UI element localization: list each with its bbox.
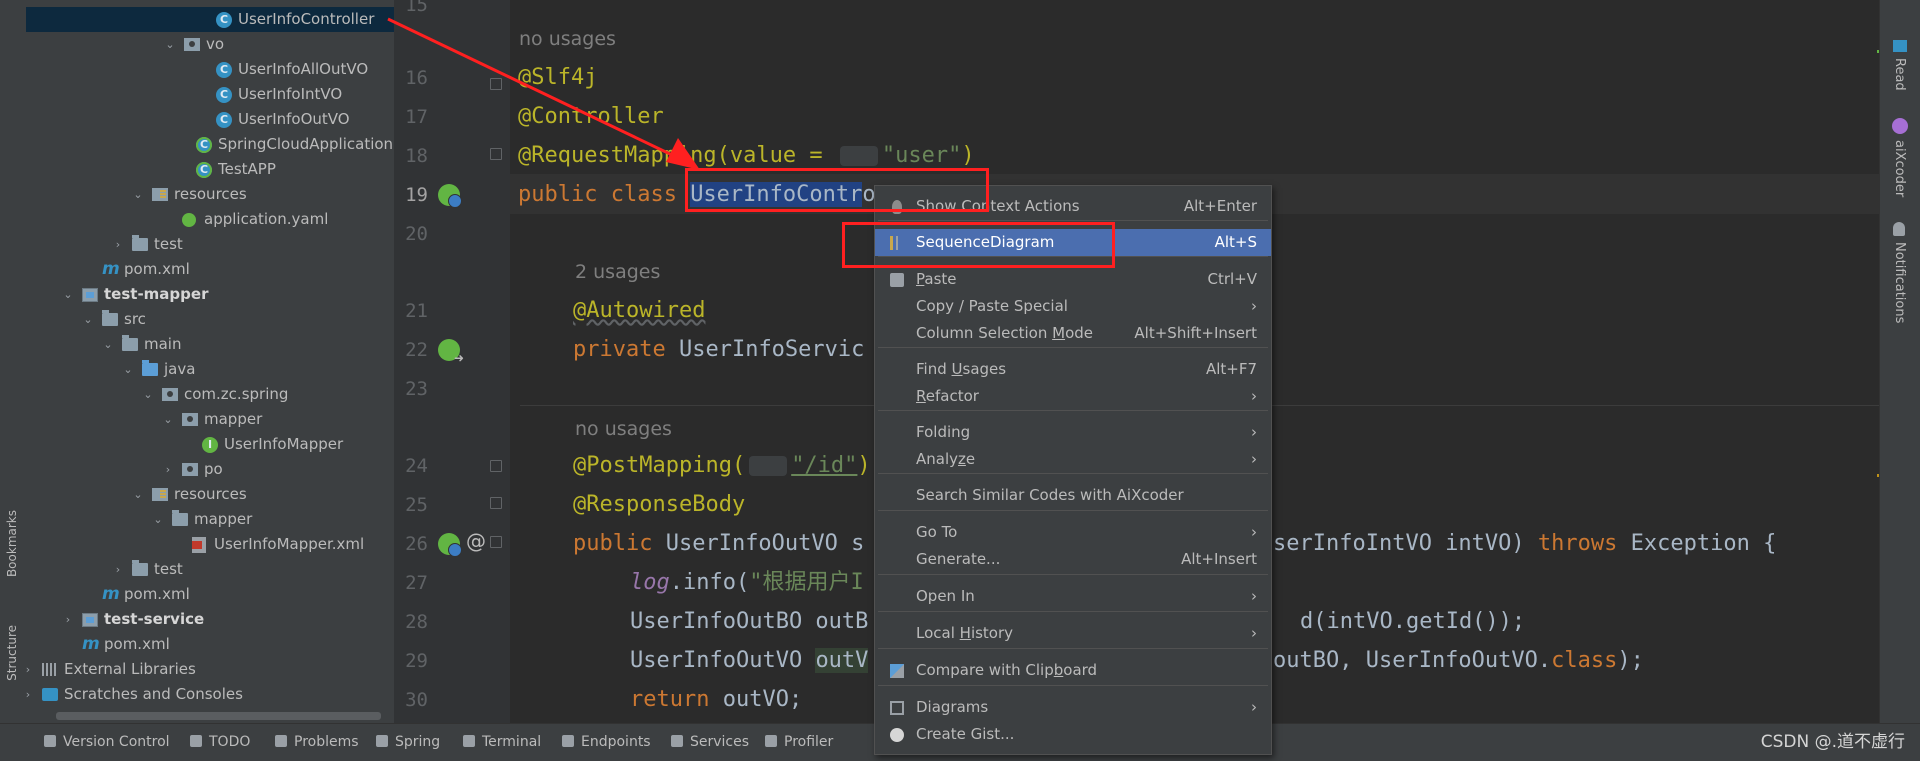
- annotation-arrow: [387, 17, 700, 170]
- annotation-arrow-line: [387, 17, 694, 167]
- annotation-arrow-head: [666, 138, 700, 170]
